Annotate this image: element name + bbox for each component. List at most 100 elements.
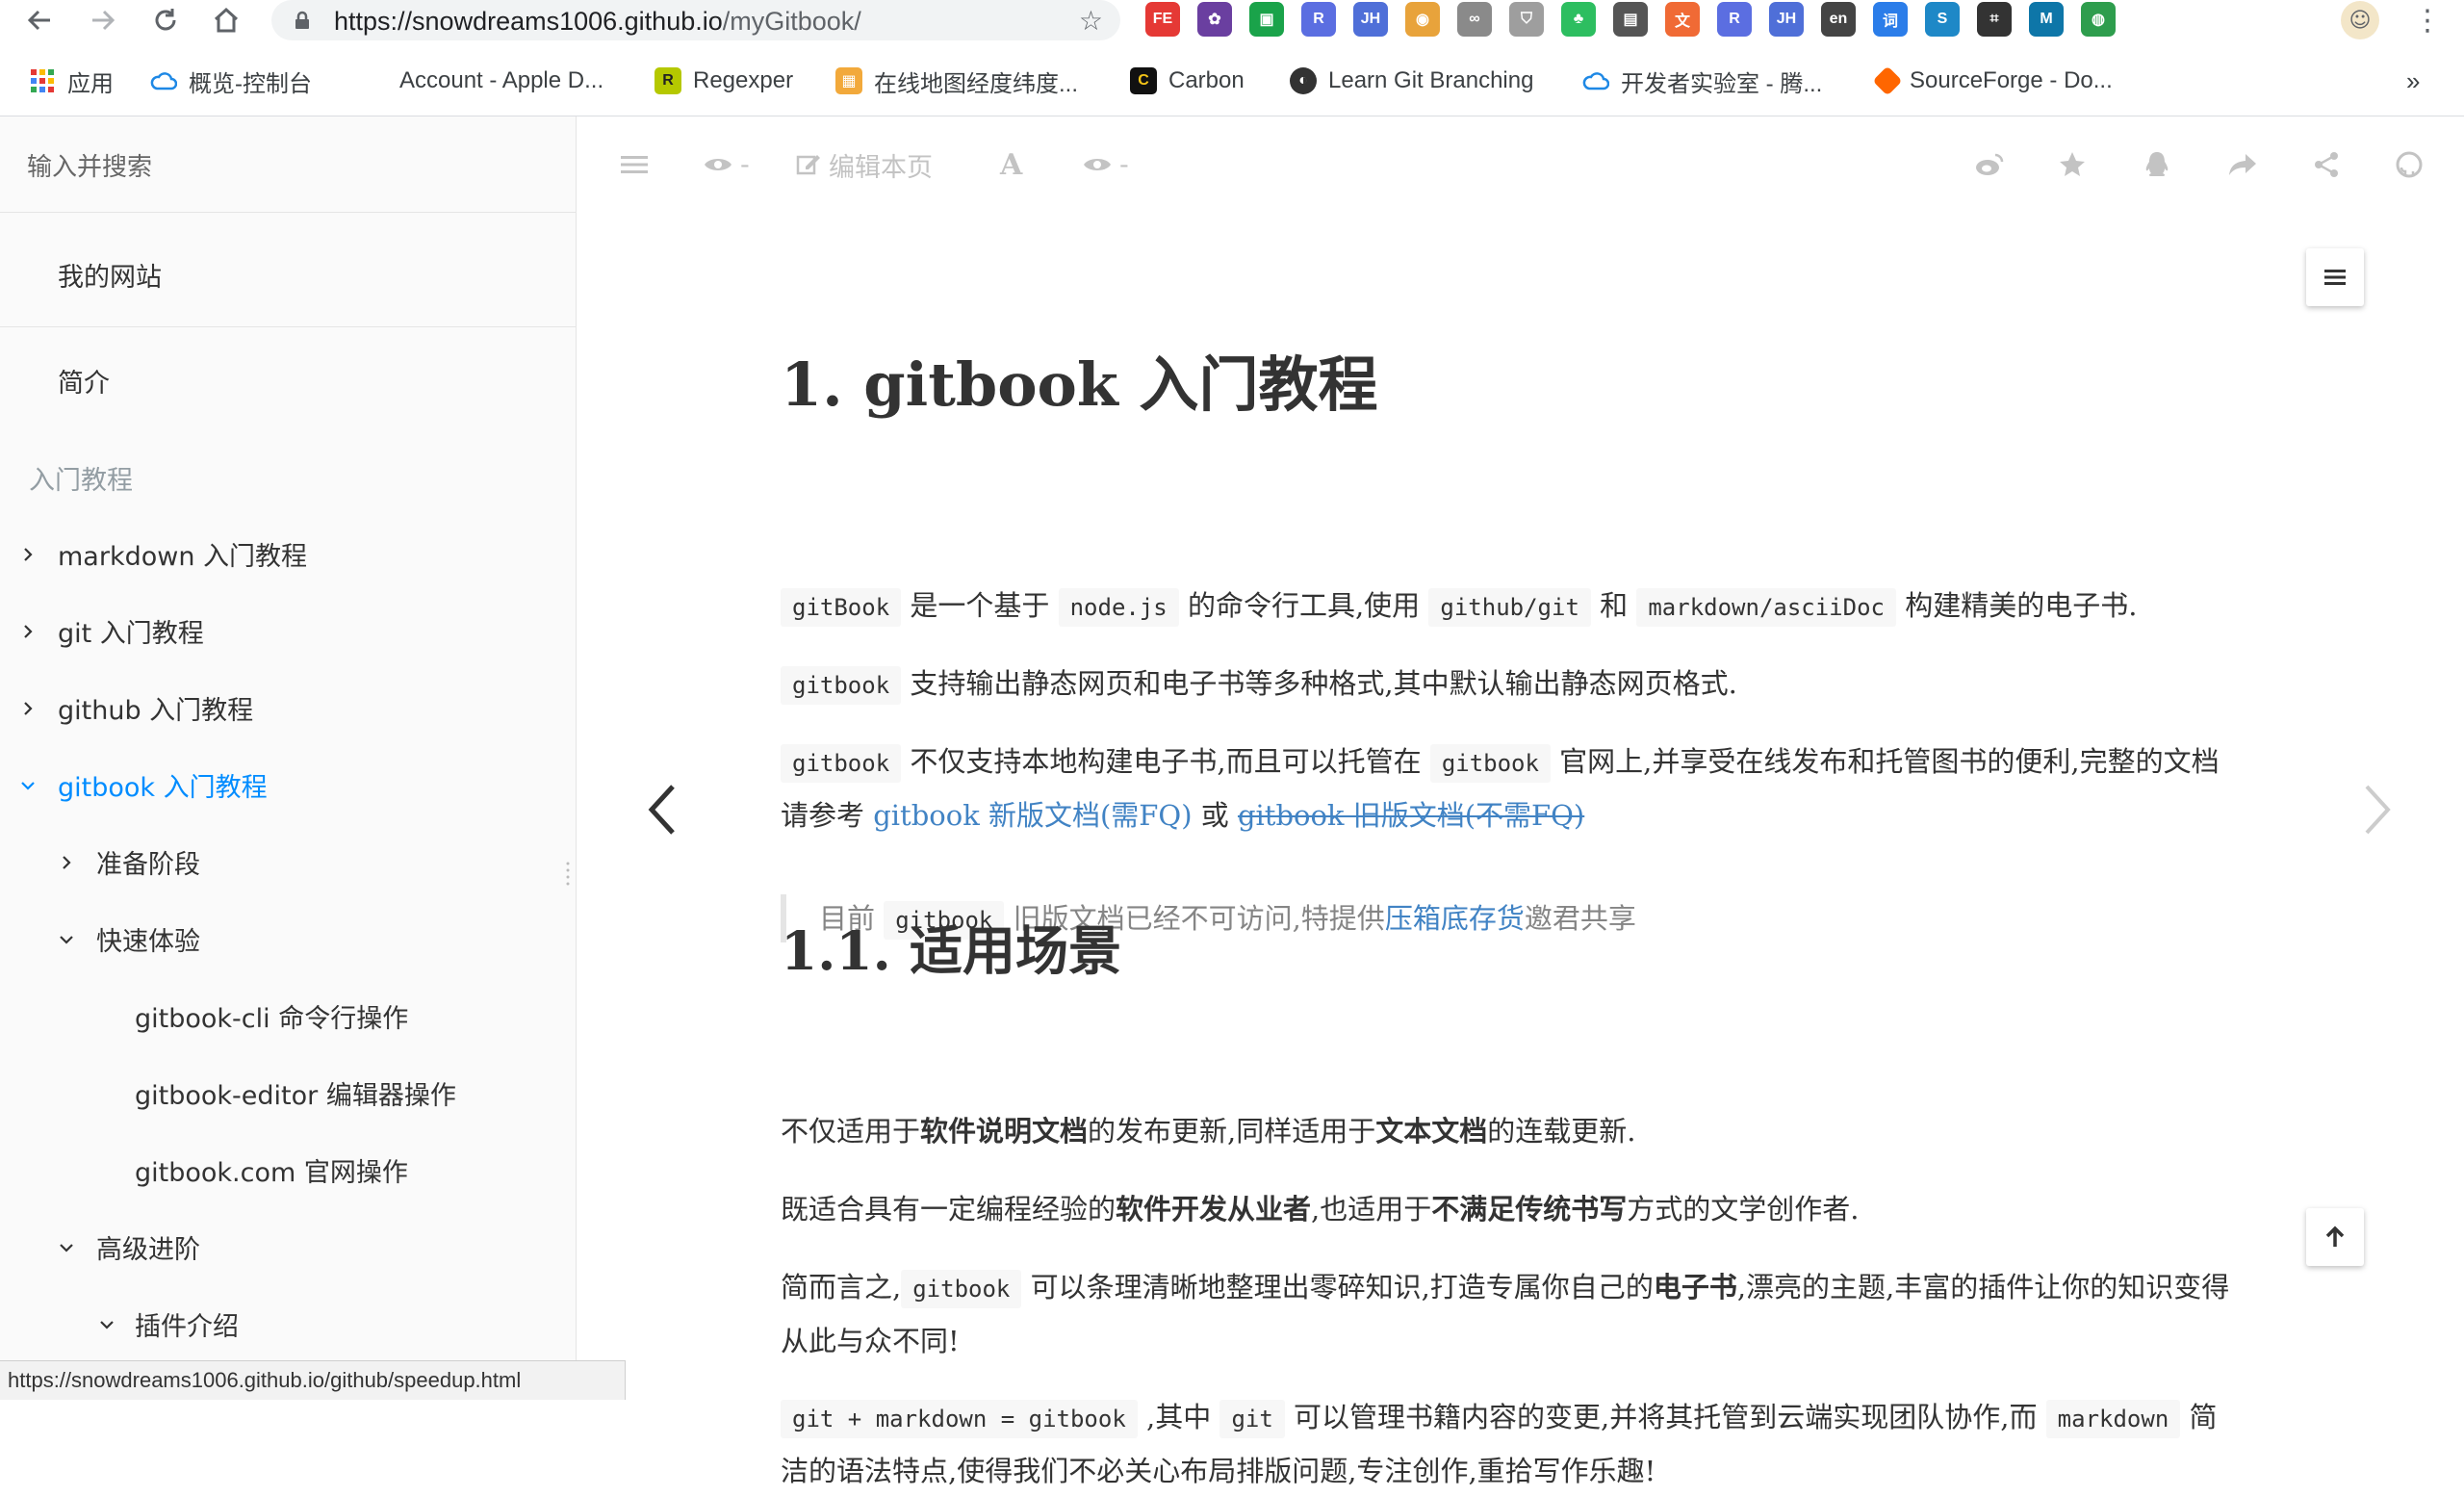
chevron-down-icon[interactable]	[17, 775, 38, 796]
bookmark-map-coordinates[interactable]: ▦ 在线地图经度纬度...	[835, 64, 1078, 98]
font-settings-button[interactable]: A	[1000, 147, 1022, 182]
sidebar-resize-handle[interactable]	[565, 859, 571, 888]
share-arrow-icon[interactable]	[2228, 147, 2257, 182]
jh-extension-icon-2[interactable]: JH	[1769, 2, 1804, 37]
reload-icon[interactable]	[149, 4, 182, 37]
chrome-menu-icon[interactable]: ⋮	[2411, 4, 2444, 38]
paragraph-hosting: gitbook 不仅支持本地构建电子书,而且可以托管在 gitbook 官网上,…	[781, 744, 2220, 832]
extension-icon-3[interactable]: ▣	[1249, 2, 1284, 37]
toc-toggle-button[interactable]	[2306, 248, 2364, 306]
jh-extension-icon[interactable]: JH	[1353, 2, 1388, 37]
sidebar-item-github[interactable]: github 入门教程	[58, 689, 253, 727]
share-icon[interactable]	[2313, 147, 2340, 182]
inline-code: markdown	[2045, 1400, 2181, 1438]
sidebar-item-markdown[interactable]: markdown 入门教程	[58, 535, 307, 573]
extension-icon-4[interactable]: R	[1301, 2, 1336, 37]
page-views-counter: -	[704, 147, 750, 182]
chevron-right-icon[interactable]	[17, 544, 38, 565]
dict-extension-icon[interactable]: 词	[1873, 2, 1908, 37]
lock-icon	[295, 11, 309, 29]
bookmarks-overflow-button[interactable]: »	[2406, 64, 2420, 98]
bookmark-apple-account[interactable]: Account - Apple D...	[361, 64, 603, 98]
paragraph-formats: gitbook 支持输出静态网页和电子书等多种格式,其中默认输出静态网页格式.	[781, 658, 2244, 711]
map-icon: ▦	[835, 67, 862, 94]
chevron-down-icon[interactable]	[56, 1237, 77, 1258]
paragraph-use-case-1: 不仅适用于软件说明文档的发布更新,同样适用于文本文档的连载更新.	[781, 1115, 1636, 1148]
new-docs-link[interactable]: gitbook 新版文档(需FQ)	[873, 799, 1192, 832]
github-icon[interactable]	[2396, 147, 2423, 182]
book-summary-sidebar: 输入并搜索 我的网站 简介 入门教程 markdown 入门教程 git 入门教…	[0, 116, 577, 1400]
archive-link[interactable]: 压箱底存货	[1385, 902, 1525, 935]
inline-code: git + markdown = gitbook	[781, 1400, 1138, 1438]
sidebar-item-intro[interactable]: 简介	[58, 362, 110, 400]
sidebar-item-gitbook[interactable]: gitbook 入门教程	[58, 766, 268, 804]
extension-icon-r2[interactable]: R	[1717, 2, 1752, 37]
sidebar-item-git[interactable]: git 入门教程	[58, 612, 204, 650]
search-input[interactable]: 输入并搜索	[27, 147, 152, 183]
m-extension-icon[interactable]: M	[2029, 2, 2064, 37]
forward-arrow-icon[interactable]	[87, 4, 119, 37]
next-page-arrow-icon[interactable]	[2357, 781, 2396, 839]
sidebar-item-plugins[interactable]: 插件介绍	[135, 1305, 239, 1343]
chevron-down-icon[interactable]	[96, 1314, 117, 1335]
sidebar-item-cli[interactable]: gitbook-cli 命令行操作	[135, 997, 408, 1035]
back-to-top-button[interactable]	[2306, 1208, 2364, 1266]
inline-code: gitbook	[781, 666, 902, 705]
toggle-summary-button[interactable]	[621, 147, 648, 182]
fe-helper-icon[interactable]: FE	[1145, 2, 1180, 37]
screenshot-extension-icon[interactable]: ⌗	[1977, 2, 2012, 37]
bookmark-regexper[interactable]: R Regexper	[654, 64, 793, 98]
translate-extension-icon[interactable]: 文	[1665, 2, 1700, 37]
sidebar-item-prepare[interactable]: 准备阶段	[96, 843, 200, 881]
bookmark-star-icon[interactable]: ☆	[1079, 5, 1103, 37]
sidebar-item-quick[interactable]: 快速体验	[96, 920, 200, 958]
previous-page-arrow-icon[interactable]	[644, 781, 682, 839]
eye-icon	[705, 159, 732, 170]
apple-icon	[361, 67, 388, 94]
shield-extension-icon[interactable]: ⛉	[1509, 2, 1544, 37]
paragraph-intro: gitBook 是一个基于 node.js 的命令行工具,使用 github/g…	[781, 580, 2244, 633]
address-bar[interactable]: https://snowdreams1006.github.io/myGitbo…	[271, 0, 1120, 40]
sidebar-item-advanced[interactable]: 高级进阶	[96, 1228, 200, 1266]
chevron-right-icon[interactable]	[56, 852, 77, 873]
bookmark-tencent-lab[interactable]: 开发者实验室 - 腾...	[1582, 64, 1822, 98]
list-icon	[2324, 270, 2346, 285]
cloud-icon-2	[1582, 67, 1609, 94]
bookmark-learn-git-branching[interactable]: ◐ Learn Git Branching	[1290, 64, 1533, 98]
edit-page-button[interactable]: 编辑本页	[796, 147, 933, 183]
inline-code: markdown/asciiDoc	[1636, 588, 1896, 627]
sidebar-item-gitbook-com[interactable]: gitbook.com 官网操作	[135, 1151, 408, 1189]
star-icon[interactable]	[2059, 147, 2086, 182]
back-arrow-icon[interactable]	[23, 4, 56, 37]
old-docs-link[interactable]: gitbook 旧版文档(不需FQ)	[1238, 799, 1584, 832]
infinity-icon[interactable]: ∞	[1457, 2, 1492, 37]
s-extension-icon[interactable]: S	[1925, 2, 1960, 37]
weibo-share-icon[interactable]	[1974, 147, 2005, 182]
sidebar-item-editor[interactable]: gitbook-editor 编辑器操作	[135, 1074, 456, 1112]
status-bar-url: https://snowdreams1006.github.io/github/…	[0, 1360, 626, 1400]
book-extension-icon[interactable]: ▤	[1613, 2, 1648, 37]
eye-icon	[1084, 159, 1111, 170]
qq-share-icon[interactable]	[2143, 147, 2170, 182]
paragraph-git-markdown: git + markdown = gitbook ,其中 git 可以管理书籍内…	[781, 1400, 2218, 1487]
bookmark-apps[interactable]: 应用	[29, 64, 114, 98]
browser-toolbar: https://snowdreams1006.github.io/myGitbo…	[0, 0, 2464, 40]
search-box[interactable]: 输入并搜索	[0, 116, 576, 213]
sidebar-item-my-site[interactable]: 我的网站	[58, 256, 162, 294]
chevron-right-icon[interactable]	[17, 621, 38, 642]
chevron-right-icon[interactable]	[17, 698, 38, 719]
color-ring-icon[interactable]: ◉	[1405, 2, 1440, 37]
extension-icon-2[interactable]: ✿	[1197, 2, 1232, 37]
word-extension-icon[interactable]: en	[1821, 2, 1856, 37]
bookmark-sourceforge[interactable]: SourceForge - Do...	[1872, 64, 2113, 98]
chevron-down-icon[interactable]	[56, 929, 77, 950]
home-icon[interactable]	[210, 4, 243, 37]
profile-avatar[interactable]: ☺	[2341, 1, 2379, 39]
url-text[interactable]: https://snowdreams1006.github.io/myGitbo…	[334, 7, 861, 37]
bookmark-aliyun-console[interactable]: 概览-控制台	[150, 64, 312, 98]
evernote-icon[interactable]: ♣	[1561, 2, 1596, 37]
globe-extension-icon[interactable]: ◍	[2081, 2, 2116, 37]
bookmark-carbon[interactable]: C Carbon	[1130, 64, 1245, 98]
sourceforge-icon	[1872, 65, 1903, 96]
extensions-bar: FE ✿ ▣ R JH ◉ ∞ ⛉ ♣ ▤ 文 R JH en 词 S ⌗ M ◍	[1145, 2, 2116, 39]
